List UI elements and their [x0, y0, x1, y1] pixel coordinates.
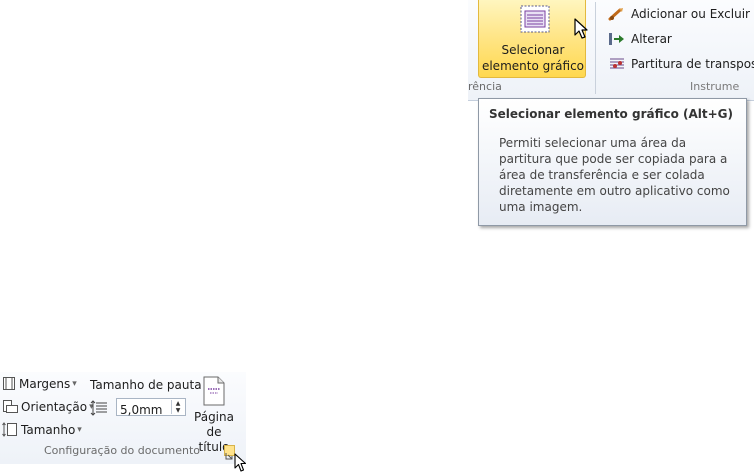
add-remove-button[interactable]: Adicionar ou Excluir	[608, 4, 750, 24]
stepper-up-icon[interactable]: ▲	[172, 400, 184, 407]
staff-size-stepper[interactable]: ▲ ▼	[116, 398, 186, 417]
tooltip-title: Selecionar elemento gráfico (Alt+G)	[489, 107, 734, 121]
group-separator	[595, 2, 596, 94]
staff-size-label: Tamanho de pauta	[90, 378, 202, 392]
change-icon	[609, 33, 624, 45]
margins-dropdown[interactable]: Margens ▾	[2, 376, 77, 391]
mouse-cursor-icon	[574, 18, 588, 39]
group-label-instruments: Instrume	[690, 80, 740, 93]
orientation-icon	[3, 400, 18, 413]
add-remove-icon	[608, 8, 623, 21]
mouse-cursor-icon	[234, 453, 247, 472]
stepper-down-icon[interactable]: ▼	[172, 407, 184, 414]
chevron-down-icon: ▾	[72, 378, 77, 389]
tooltip-body: Permiti selecionar uma área da partitura…	[499, 136, 730, 214]
group-label-reference: rência	[468, 80, 502, 93]
select-graphic-label: Selecionar elemento gráfico	[481, 43, 585, 73]
select-graphic-icon	[520, 5, 550, 33]
select-graphic-tooltip: Selecionar elemento gráfico (Alt+G) Perm…	[478, 98, 747, 226]
staff-size-input[interactable]	[120, 403, 170, 417]
staff-size-icon	[90, 400, 107, 416]
stepper-buttons: ▲ ▼	[171, 400, 184, 414]
dialog-launcher-icon	[225, 453, 233, 460]
title-page-icon	[203, 376, 225, 406]
page-size-icon	[2, 422, 17, 437]
orientation-dropdown[interactable]: Orientação ▾	[2, 399, 94, 414]
ribbon-top-fragment: Selecionar elemento gráfico rência Adici…	[468, 0, 754, 101]
margins-icon	[3, 377, 15, 390]
document-setup-group: Margens ▾ Orientação ▾ Tamanho ▾ Tamanho de…	[0, 372, 246, 464]
size-dropdown[interactable]: Tamanho ▾	[2, 422, 82, 437]
transposing-score-button[interactable]: Partitura de transpos	[608, 54, 754, 74]
title-page-button[interactable]: Página de título	[190, 374, 238, 454]
select-graphic-button[interactable]: Selecionar elemento gráfico	[478, 0, 588, 78]
change-button[interactable]: Alterar	[608, 29, 672, 49]
group-label-document-setup: Configuração do documento	[44, 444, 200, 457]
chevron-down-icon: ▾	[77, 424, 82, 435]
transposing-score-icon	[610, 58, 624, 69]
